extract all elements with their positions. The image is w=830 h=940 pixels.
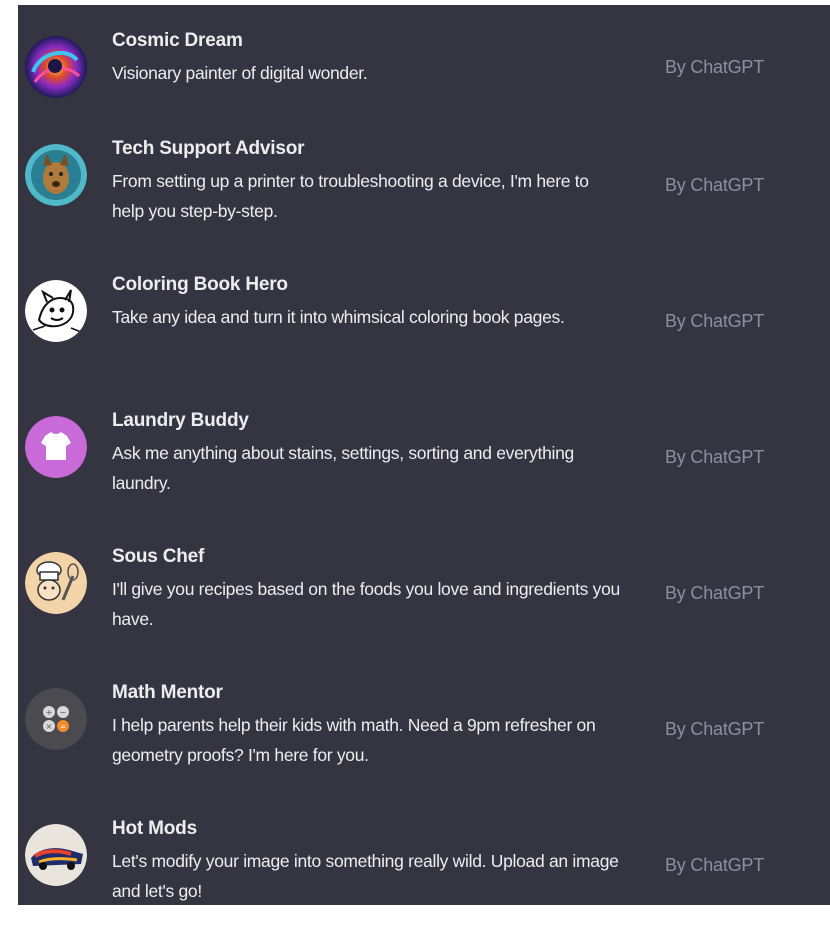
cosmic-swirl-icon — [25, 36, 87, 98]
gpt-row-laundry-buddy[interactable]: Laundry Buddy Ask me anything about stai… — [18, 402, 830, 532]
gpt-name: Cosmic Dream — [112, 30, 243, 51]
gpt-description: Visionary painter of digital wonder. — [112, 63, 368, 83]
hot-car-icon — [25, 824, 87, 886]
gpt-name: Laundry Buddy — [112, 410, 249, 431]
gpt-author: By ChatGPT — [665, 719, 765, 739]
tshirt-icon — [25, 416, 87, 478]
gpt-author: By ChatGPT — [665, 57, 765, 77]
svg-text:×: × — [46, 722, 53, 731]
gpt-description: Ask me anything about stains, settings, … — [112, 443, 574, 493]
gpt-author: By ChatGPT — [665, 311, 765, 331]
svg-text:+: + — [46, 708, 53, 717]
gpt-name: Hot Mods — [112, 818, 197, 839]
sketch-creature-icon — [25, 280, 87, 342]
gpt-description: From setting up a printer to troubleshoo… — [112, 171, 589, 221]
gpt-row-tech-support-advisor[interactable]: Tech Support Advisor From setting up a p… — [18, 130, 830, 260]
gpt-author: By ChatGPT — [665, 175, 765, 195]
gpt-row-hot-mods[interactable]: Hot Mods Let's modify your image into so… — [18, 810, 830, 940]
gpt-list: Cosmic Dream Visionary painter of digita… — [18, 5, 830, 905]
svg-text:=: = — [60, 722, 67, 731]
gpt-row-coloring-book-hero[interactable]: Coloring Book Hero Take any idea and tur… — [18, 266, 830, 396]
gpt-description: I help parents help their kids with math… — [112, 715, 596, 765]
gpt-name: Sous Chef — [112, 546, 205, 567]
gpt-name: Coloring Book Hero — [112, 274, 288, 295]
gpt-description: I'll give you recipes based on the foods… — [112, 579, 620, 629]
gpt-row-sous-chef[interactable]: Sous Chef I'll give you recipes based on… — [18, 538, 830, 668]
gpt-author: By ChatGPT — [665, 583, 765, 603]
calculator-icon: + − × = — [25, 688, 87, 750]
dog-avatar-icon — [25, 144, 87, 206]
svg-text:−: − — [60, 708, 67, 717]
gpt-description: Take any idea and turn it into whimsical… — [112, 307, 565, 327]
chef-whisk-icon — [25, 552, 87, 614]
gpt-author: By ChatGPT — [665, 447, 765, 467]
gpt-name: Tech Support Advisor — [112, 138, 305, 159]
gpt-row-math-mentor[interactable]: + − × = Math Mentor I help parents help … — [18, 674, 830, 804]
gpt-name: Math Mentor — [112, 682, 223, 703]
gpt-author: By ChatGPT — [665, 855, 765, 875]
gpt-description: Let's modify your image into something r… — [112, 851, 619, 901]
